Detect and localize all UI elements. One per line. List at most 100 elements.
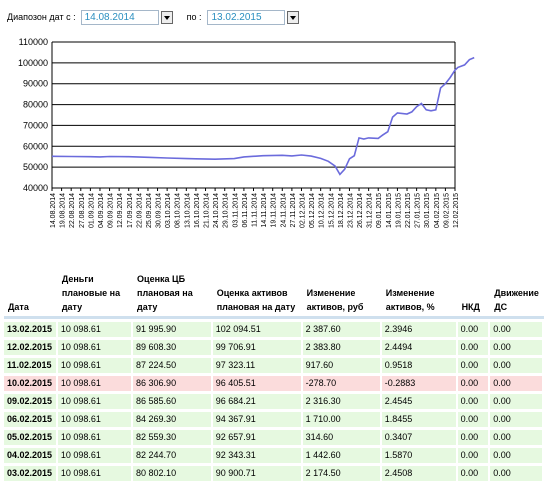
table-cell: 0.00 [490,394,544,409]
x-tick-label: 04.09.2014 [98,193,105,228]
column-header[interactable]: Движение ДС [490,268,544,319]
table-cell: 04.02.2015 [4,448,58,463]
x-tick-label: 25.09.2014 [146,193,153,228]
x-tick-label: 21.10.2014 [204,193,211,228]
x-tick-label: 10.12.2014 [319,193,326,228]
table-cell: 0.00 [490,412,544,427]
table-cell: 96 405.51 [212,376,303,391]
date-from-dropdown-button[interactable] [160,10,173,24]
x-tick-label: 22.08.2014 [69,193,76,228]
column-header[interactable]: Оценка ЦБ плановая на дату [133,268,213,319]
x-tick-label: 13.10.2014 [184,193,191,228]
table-cell: 91 995.90 [133,322,213,337]
table-row[interactable]: 12.02.2015 10 098.61 89 608.30 99 706.91 2 3… [4,340,544,355]
x-tick-label: 27.01.2015 [415,193,422,228]
x-tick-label: 19.11.2014 [271,193,278,228]
table-cell: 96 684.21 [212,394,303,409]
table-cell: 2.4508 [381,466,458,481]
x-tick-label: 14.01.2015 [386,193,393,228]
table-cell: 0.00 [490,466,544,481]
x-tick-label: 02.12.2014 [299,193,306,228]
table-row[interactable]: 03.02.2015 10 098.61 80 802.10 90 900.71 2 1… [4,466,544,481]
table-cell: 2.3946 [381,322,458,337]
table-cell: 2.4545 [381,394,458,409]
column-header[interactable]: Изменение активов, руб [302,268,382,319]
table-cell: 1.8455 [381,412,458,427]
y-tick-label: 50000 [23,162,48,172]
table-row[interactable]: 06.02.2015 10 098.61 84 269.30 94 367.91 1 7… [4,412,544,427]
table-cell: 1 442.60 [302,448,382,463]
x-tick-label: 24.11.2014 [280,193,287,228]
x-tick-label: 11.11.2014 [252,193,259,227]
date-from-input[interactable]: 14.08.2014 [80,9,159,25]
column-header[interactable]: Оценка активов плановая на дату [212,268,303,319]
table-row[interactable]: 05.02.2015 10 098.61 82 559.30 92 657.91 314… [4,430,544,445]
table-cell: 92 657.91 [212,430,303,445]
x-tick-label: 26.12.2014 [357,193,364,228]
table-cell: 87 224.50 [133,358,213,373]
table-cell: 97 323.11 [212,358,303,373]
table-cell: 99 706.91 [212,340,303,355]
table-cell: 2 174.50 [302,466,382,481]
table-cell: 0.00 [457,322,491,337]
table-cell: 0.00 [490,358,544,373]
table-body: 13.02.2015 10 098.61 91 995.90 102 094.51 2 … [4,322,544,481]
date-to-dropdown-button[interactable] [287,10,300,24]
table-cell: 82 244.70 [133,448,213,463]
y-tick-label: 40000 [23,183,48,193]
table-cell: 82 559.30 [133,430,213,445]
x-tick-label: 14.11.2014 [261,193,268,228]
x-tick-label: 22.09.2014 [136,193,143,228]
table-row[interactable]: 09.02.2015 10 098.61 86 585.60 96 684.21 2 3… [4,394,544,409]
column-header[interactable]: Изменение активов, % [381,268,458,319]
column-header[interactable]: НКД [457,268,491,319]
x-tick-label: 12.02.2015 [453,193,460,228]
table-cell: 2 387.60 [302,322,382,337]
table-cell: 0.00 [490,376,544,391]
table-cell: 10.02.2015 [4,376,58,391]
x-tick-label: 03.11.2014 [232,193,239,228]
x-tick-label: 08.10.2014 [175,193,182,228]
x-tick-label: 24.10.2014 [213,193,220,228]
x-tick-label: 09.02.2015 [443,193,450,228]
table-cell: 86 585.60 [133,394,213,409]
table-cell: 10 098.61 [57,376,134,391]
table-cell: 0.00 [457,394,491,409]
table-row[interactable]: 10.02.2015 10 098.61 86 306.90 96 405.51 -27… [4,376,544,391]
y-tick-label: 100000 [18,58,48,68]
table-cell: 05.02.2015 [4,430,58,445]
table-row[interactable]: 11.02.2015 10 098.61 87 224.50 97 323.11 917… [4,358,544,373]
table-cell: 0.00 [490,448,544,463]
column-header[interactable]: Дата [4,268,58,319]
asset-value-chart: 40000 50000 60000 70000 80000 90000 100000 1100… [18,37,475,228]
x-tick-label: 27.08.2014 [79,193,86,228]
x-tick-label: 16.10.2014 [194,193,201,228]
table-cell: 10 098.61 [57,322,134,337]
x-tick-label: 04.02.2015 [434,193,441,228]
table-cell: 0.00 [457,376,491,391]
table-cell: 0.00 [457,340,491,355]
x-tick-label: 12.09.2014 [117,193,124,228]
x-tick-label: 30.09.2014 [156,193,163,228]
table-cell: 917.60 [302,358,382,373]
table-cell: 1 710.00 [302,412,382,427]
table-cell: 2 383.80 [302,340,382,355]
x-tick-label: 01.09.2014 [88,193,95,228]
asset-table: Дата Деньги плановые на дату Оценка ЦБ пла… [4,265,544,484]
table-row[interactable]: 13.02.2015 10 098.61 91 995.90 102 094.51 2 … [4,322,544,337]
table-cell: 86 306.90 [133,376,213,391]
table-cell: 0.00 [490,322,544,337]
table-cell: 09.02.2015 [4,394,58,409]
table-cell: 10 098.61 [57,394,134,409]
date-to-input[interactable]: 13.02.2015 [207,9,286,25]
column-header[interactable]: Деньги плановые на дату [57,268,134,319]
x-tick-label: 31.12.2014 [367,193,374,228]
table-cell: 0.00 [457,448,491,463]
x-tick-label: 27.11.2014 [290,193,297,228]
table-row[interactable]: 04.02.2015 10 098.61 82 244.70 92 343.31 1 4… [4,448,544,463]
table-cell: 0.00 [457,430,491,445]
table-cell: 102 094.51 [212,322,303,337]
table-cell: 2.4494 [381,340,458,355]
x-tick-label: 03.10.2014 [165,193,172,228]
table-cell: -278.70 [302,376,382,391]
